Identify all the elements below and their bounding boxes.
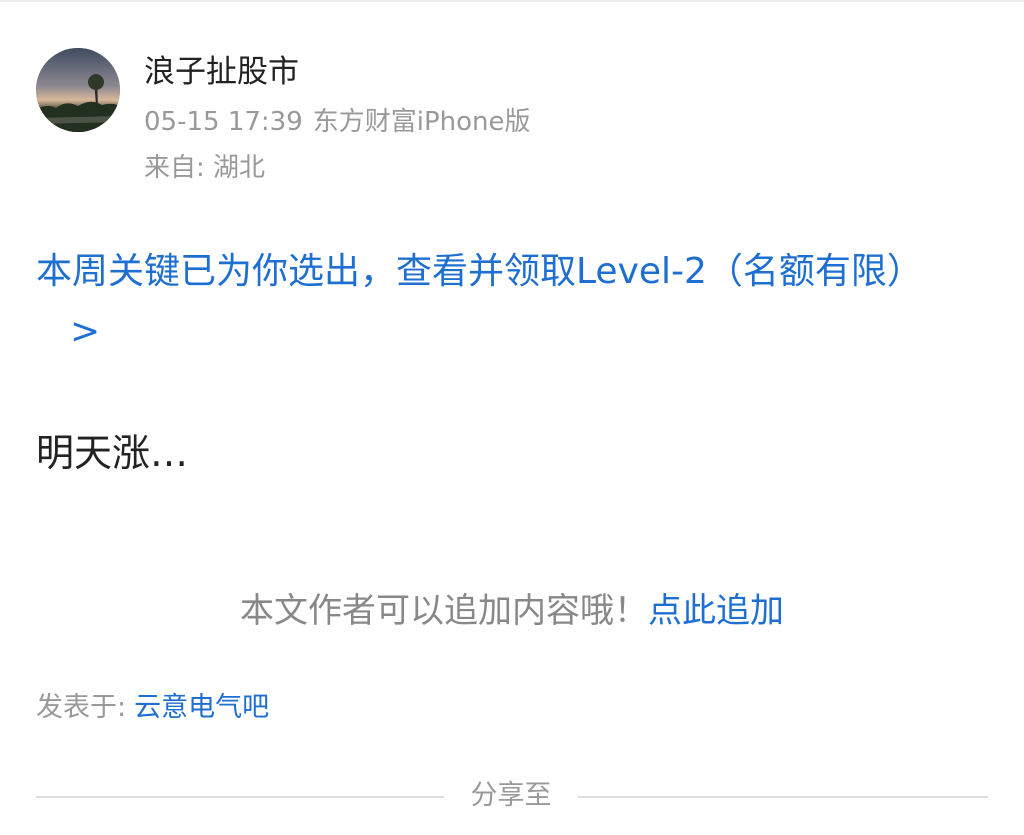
post-page: 浪子扯股市 05-15 17:39 东方财富iPhone版 来自: 湖北 本周关键… <box>0 0 1024 835</box>
share-label: 分享至 <box>470 780 552 811</box>
promo-link[interactable]: 本周关键已为你选出，查看并领取Level-2（名额有限） > <box>36 242 981 362</box>
posted-in: 发表于: 云意电气吧 <box>36 688 269 728</box>
share-divider: 分享至 <box>36 774 988 818</box>
share-divider-line-left <box>36 796 444 798</box>
top-divider <box>0 0 1024 2</box>
post-meta: 05-15 17:39 东方财富iPhone版 <box>144 104 531 140</box>
append-hint: 本文作者可以追加内容哦！ <box>240 591 648 631</box>
append-row: 本文作者可以追加内容哦！点此追加 <box>0 584 1024 638</box>
bar-link[interactable]: 云意电气吧 <box>134 692 269 723</box>
share-divider-line-right <box>578 796 988 798</box>
post-location: 来自: 湖北 <box>144 153 266 183</box>
chevron-right-icon: > <box>70 311 101 352</box>
promo-text: 本周关键已为你选出，查看并领取Level-2（名额有限） <box>36 251 923 292</box>
posted-in-label: 发表于: <box>36 692 127 723</box>
append-link[interactable]: 点此追加 <box>648 591 784 631</box>
post-content: 明天涨… <box>36 431 189 475</box>
author-name[interactable]: 浪子扯股市 <box>144 50 299 94</box>
post-date: 05-15 17:39 <box>144 107 303 137</box>
avatar-image <box>36 48 120 132</box>
avatar[interactable] <box>36 48 120 132</box>
post-source: 东方财富iPhone版 <box>312 107 531 137</box>
